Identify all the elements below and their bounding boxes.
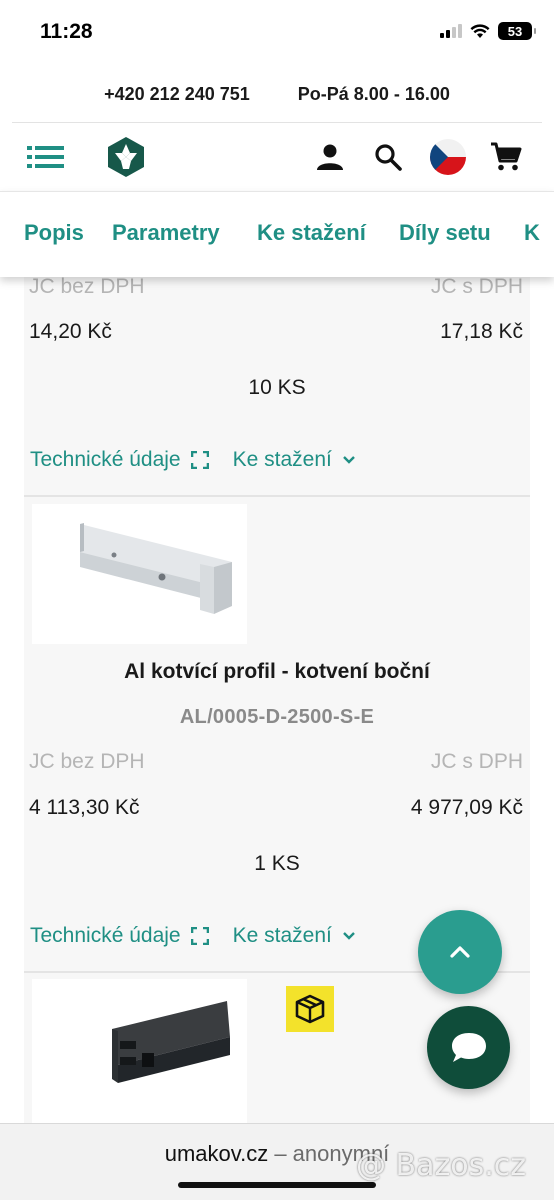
- home-indicator[interactable]: [178, 1182, 376, 1188]
- product-image[interactable]: [32, 504, 247, 644]
- nav-bar: [0, 123, 554, 191]
- wifi-icon: [470, 23, 490, 38]
- download-link[interactable]: Ke stažení: [233, 924, 332, 948]
- box-icon: [295, 994, 325, 1024]
- contact-bar: +420 212 240 751 Po-Pá 8.00 - 16.00: [0, 66, 554, 122]
- menu-button[interactable]: [26, 137, 66, 177]
- scroll-top-button[interactable]: [418, 910, 502, 994]
- url-domain: umakov.cz: [164, 1141, 269, 1166]
- menu-icon: [27, 146, 64, 168]
- price-head-gross: JC s DPH: [430, 277, 523, 298]
- chevron-down-icon[interactable]: [342, 931, 356, 941]
- product-list: JC bez DPH JC s DPH 14,20 Kč 17,18 Kč 10…: [24, 277, 530, 1123]
- tech-data-link[interactable]: Technické údaje: [30, 448, 181, 472]
- cart-button[interactable]: [486, 137, 526, 177]
- battery-indicator: 53: [498, 22, 536, 40]
- search-button[interactable]: [368, 137, 408, 177]
- quantity: 1 KS: [254, 852, 300, 875]
- signal-icon: [440, 24, 462, 38]
- tech-data-link[interactable]: Technické údaje: [30, 924, 181, 948]
- language-button[interactable]: [427, 136, 469, 178]
- price-gross: 4 977,09 Kč: [410, 796, 523, 819]
- tab-popis[interactable]: Popis: [24, 220, 84, 246]
- tab-next-partial[interactable]: K: [524, 220, 540, 246]
- contact-hours: Po-Pá 8.00 - 16.00: [297, 83, 450, 104]
- tab-ke-stazeni[interactable]: Ke stažení: [257, 220, 366, 246]
- expand-icon[interactable]: [190, 927, 209, 945]
- aluminium-profile-image: [80, 523, 232, 614]
- search-icon: [375, 144, 402, 171]
- watermark: @ Bazos.cz: [356, 1148, 527, 1183]
- price-head-gross: JC s DPH: [430, 750, 523, 773]
- rubber-profile-image: [112, 1001, 230, 1083]
- chat-button[interactable]: [427, 1006, 510, 1089]
- user-icon: [317, 144, 343, 170]
- quantity: 10 KS: [248, 376, 306, 399]
- account-button[interactable]: [310, 137, 350, 177]
- price-head-net: JC bez DPH: [29, 277, 145, 298]
- stock-badge: [286, 986, 334, 1032]
- status-icons: 53: [440, 22, 536, 40]
- flag-cz-icon: [430, 139, 466, 175]
- expand-icon[interactable]: [190, 451, 209, 469]
- chevron-down-icon[interactable]: [342, 455, 356, 465]
- logo[interactable]: [104, 135, 148, 179]
- price-net: 14,20 Kč: [29, 320, 112, 343]
- logo-icon: [108, 137, 144, 177]
- status-bar: 11:28 53: [0, 0, 554, 66]
- contact-phone[interactable]: +420 212 240 751: [104, 84, 250, 105]
- product-divider: [24, 495, 530, 497]
- product-image[interactable]: [32, 979, 247, 1123]
- price-net: 4 113,30 Kč: [29, 796, 140, 819]
- cart-icon: [491, 142, 522, 171]
- product-code: AL/0005-D-2500-S-E: [179, 706, 375, 728]
- product-title[interactable]: Al kotvící profil - kotvení boční: [24, 660, 530, 684]
- download-link[interactable]: Ke stažení: [233, 448, 332, 472]
- product-links: Technické údaje Ke stažení: [30, 448, 356, 472]
- price-head-net: JC bez DPH: [29, 750, 145, 773]
- product-links: Technické údaje Ke stažení: [30, 924, 356, 948]
- chat-icon: [451, 1032, 486, 1062]
- price-gross: 17,18 Kč: [440, 320, 523, 343]
- status-time: 11:28: [40, 20, 93, 43]
- product-tabs: Popis Parametry Ke stažení Díly setu K: [0, 191, 554, 277]
- chevron-up-icon: [450, 946, 470, 958]
- tab-parametry[interactable]: Parametry: [112, 220, 220, 246]
- tab-dily-setu[interactable]: Díly setu: [399, 220, 491, 246]
